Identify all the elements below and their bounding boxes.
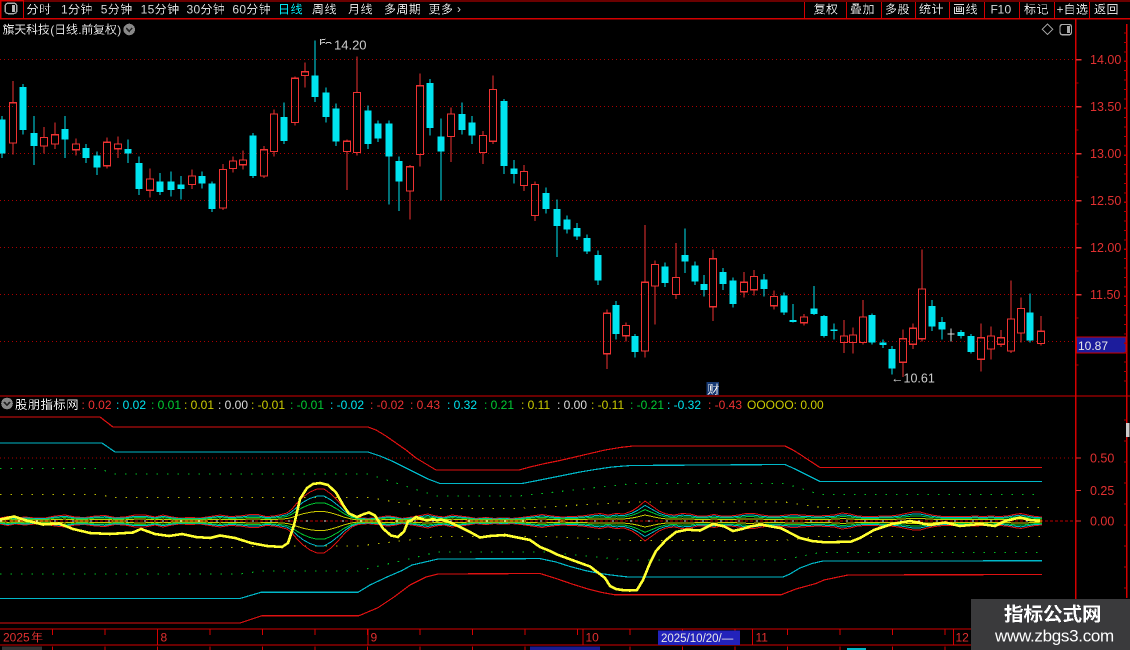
svg-text:: -0.32: : -0.32 bbox=[667, 398, 701, 412]
svg-text:0: 0 bbox=[1005, 3, 1012, 17]
svg-text:11: 11 bbox=[756, 631, 769, 645]
svg-text:5: 5 bbox=[148, 3, 155, 17]
svg-text:+: + bbox=[1057, 3, 1064, 17]
svg-text:14.20: 14.20 bbox=[334, 38, 367, 53]
svg-text:6: 6 bbox=[232, 3, 239, 17]
svg-text:13.00: 13.00 bbox=[1090, 147, 1121, 161]
svg-text:11.50: 11.50 bbox=[1090, 288, 1120, 302]
svg-text:OOOOO: 0.00: OOOOO: 0.00 bbox=[747, 398, 824, 412]
svg-text:: -0.01: : -0.01 bbox=[290, 398, 324, 412]
svg-text:: 0.00: : 0.00 bbox=[557, 398, 587, 412]
svg-text:10: 10 bbox=[586, 631, 600, 645]
svg-text:0.25: 0.25 bbox=[1090, 484, 1114, 498]
svg-text:12: 12 bbox=[956, 631, 970, 645]
svg-text:www.zbgs3.com: www.zbgs3.com bbox=[994, 627, 1114, 646]
svg-text:: 0.02: : 0.02 bbox=[82, 398, 112, 412]
svg-text:2025/10/20/—: 2025/10/20/— bbox=[661, 633, 734, 645]
svg-text:: -0.11: : -0.11 bbox=[591, 398, 624, 412]
svg-text:1: 1 bbox=[998, 3, 1005, 17]
svg-text:0: 0 bbox=[194, 3, 201, 17]
svg-text:: -0.21: : -0.21 bbox=[630, 398, 664, 412]
svg-text:: 0.02: : 0.02 bbox=[116, 398, 146, 412]
svg-text:0.00: 0.00 bbox=[1090, 514, 1114, 528]
svg-text:2025: 2025 bbox=[3, 631, 30, 645]
svg-text:: 0.01: : 0.01 bbox=[184, 398, 214, 412]
svg-text:9: 9 bbox=[371, 631, 378, 645]
svg-text:1: 1 bbox=[141, 3, 148, 17]
svg-text:10.87: 10.87 bbox=[1078, 339, 1108, 353]
svg-text:: 0.21: : 0.21 bbox=[484, 398, 514, 412]
svg-text:): ) bbox=[117, 23, 121, 37]
svg-text:: -0.02: : -0.02 bbox=[370, 398, 404, 412]
svg-text:: 0.43: : 0.43 bbox=[410, 398, 440, 412]
svg-text:3: 3 bbox=[187, 3, 194, 17]
svg-text:1: 1 bbox=[61, 3, 68, 17]
svg-text:12.50: 12.50 bbox=[1090, 194, 1121, 208]
svg-text:: -0.02: : -0.02 bbox=[330, 398, 364, 412]
svg-text:14.00: 14.00 bbox=[1090, 53, 1121, 67]
svg-text:0.50: 0.50 bbox=[1090, 451, 1114, 465]
svg-text:: -0.01: : -0.01 bbox=[251, 398, 285, 412]
svg-text:: 0.32: : 0.32 bbox=[447, 398, 477, 412]
svg-text:←10.61: ←10.61 bbox=[891, 372, 935, 386]
svg-text:: -0.43: : -0.43 bbox=[708, 398, 742, 412]
svg-text:12.00: 12.00 bbox=[1090, 241, 1121, 255]
svg-text:0: 0 bbox=[239, 3, 246, 17]
svg-text:: 0.11: : 0.11 bbox=[521, 398, 550, 412]
svg-text:8: 8 bbox=[161, 631, 168, 645]
svg-text:5: 5 bbox=[101, 3, 108, 17]
svg-text:›: › bbox=[457, 2, 461, 16]
svg-text:13.50: 13.50 bbox=[1090, 100, 1121, 114]
svg-text:.: . bbox=[78, 23, 81, 37]
svg-text:: 0.01: : 0.01 bbox=[151, 398, 181, 412]
svg-text:: 0.00: : 0.00 bbox=[218, 398, 248, 412]
svg-text:(: ( bbox=[50, 23, 54, 37]
